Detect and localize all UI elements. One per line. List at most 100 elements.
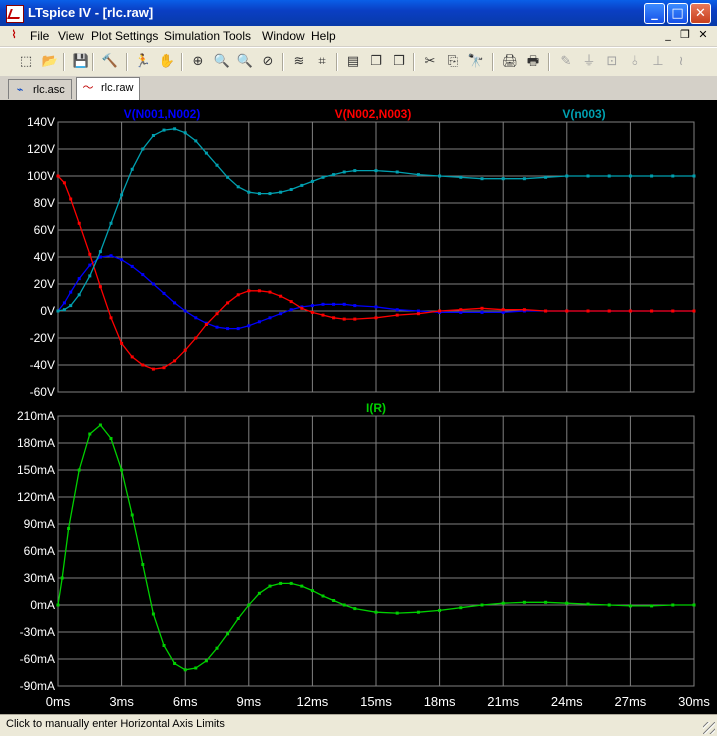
zoom-in-icon[interactable]: 🔍: [212, 52, 232, 72]
maximize-button[interactable]: □: [667, 3, 688, 24]
waveform-icon: 〜: [82, 82, 94, 94]
tab-rlc-asc[interactable]: ⌁ rlc.asc: [8, 79, 72, 99]
data-point: [204, 659, 208, 663]
data-point: [268, 584, 272, 588]
data-point: [268, 192, 272, 196]
data-point: [183, 131, 187, 135]
data-point: [257, 320, 261, 324]
data-point: [395, 313, 399, 317]
control-panel-icon[interactable]: 🔨: [100, 52, 120, 72]
data-point: [395, 611, 399, 615]
ltspice-app-icon[interactable]: [6, 5, 24, 23]
data-point: [226, 327, 230, 331]
capacitor-icon[interactable]: ⊥: [648, 52, 668, 72]
halt-icon[interactable]: ✋: [157, 52, 177, 72]
x-tick-label[interactable]: 12ms: [297, 694, 329, 709]
x-tick-label[interactable]: 3ms: [109, 694, 134, 709]
menu-simulation[interactable]: Simulation: [164, 29, 220, 43]
close-button[interactable]: ✕: [690, 3, 711, 24]
cascade-icon[interactable]: ❐: [366, 52, 386, 72]
y-tick-label: 150mA: [17, 463, 55, 477]
data-point: [310, 589, 314, 593]
menu-window[interactable]: Window: [262, 29, 305, 43]
zoom-area-icon[interactable]: ⊕: [188, 52, 208, 72]
run-icon[interactable]: 🏃: [133, 52, 153, 72]
mdi-close-button[interactable]: ✕: [695, 28, 711, 42]
ground-icon[interactable]: ⏚: [579, 52, 599, 72]
zoom-out-icon[interactable]: 🔍: [235, 52, 255, 72]
trace-label-i-r-[interactable]: I(R): [366, 401, 386, 415]
data-point: [480, 306, 484, 310]
x-tick-label[interactable]: 18ms: [424, 694, 456, 709]
document-tabs: ⌁ rlc.asc 〜 rlc.raw: [0, 76, 717, 100]
data-point: [586, 309, 590, 313]
label-icon[interactable]: ⊡: [602, 52, 622, 72]
menu-help[interactable]: Help: [311, 29, 336, 43]
zoom-cancel-icon[interactable]: ⊘: [258, 52, 278, 72]
data-point: [268, 290, 272, 294]
x-tick-label[interactable]: 21ms: [487, 694, 519, 709]
save-icon[interactable]: 💾: [71, 52, 91, 72]
x-tick-label[interactable]: 6ms: [173, 694, 198, 709]
y-tick-label: -60mA: [20, 652, 55, 666]
trace-label-v-n002-n003-[interactable]: V(N002,N003): [335, 107, 412, 121]
data-point: [628, 174, 632, 178]
inductor-icon[interactable]: ≀: [671, 52, 691, 72]
plot-canvas[interactable]: -60V -40V -20V 0V 20V 40V 60V 80V 100V 120V 140V V(…: [0, 100, 717, 714]
x-tick-label[interactable]: 27ms: [615, 694, 647, 709]
print-icon[interactable]: 🖶: [523, 52, 543, 72]
print-preview-icon[interactable]: 🖨: [500, 52, 520, 72]
menu-plot-settings[interactable]: Plot Settings: [91, 29, 158, 43]
menu-bar: ⌇ File View Plot Settings Simulation Too…: [0, 26, 717, 46]
x-tick-label[interactable]: 0ms: [46, 694, 71, 709]
copy-icon[interactable]: ⎘: [443, 52, 463, 72]
open-icon[interactable]: 📂: [40, 52, 60, 72]
data-point: [289, 300, 293, 304]
menu-tools[interactable]: Tools: [223, 29, 251, 43]
x-tick-label[interactable]: 9ms: [237, 694, 262, 709]
y-tick-label: 180mA: [17, 436, 55, 450]
autorange-icon[interactable]: ≋: [289, 52, 309, 72]
data-point: [77, 221, 81, 225]
new-schematic-icon[interactable]: ⬚: [16, 52, 36, 72]
trace-label-v-n001-n002-[interactable]: V(N001,N002): [124, 107, 201, 121]
find-icon[interactable]: 🔭: [466, 52, 486, 72]
menu-file[interactable]: File: [30, 29, 49, 43]
data-point: [279, 581, 283, 585]
x-tick-label[interactable]: 24ms: [551, 694, 583, 709]
x-tick-label[interactable]: 15ms: [360, 694, 392, 709]
fft-icon[interactable]: ⌗: [312, 52, 332, 72]
waveform-viewer[interactable]: -60V -40V -20V 0V 20V 40V 60V 80V 100V 120V 140V V(…: [0, 100, 717, 714]
minimize-button[interactable]: _: [644, 3, 665, 24]
data-point: [300, 183, 304, 187]
data-point: [332, 316, 336, 320]
data-point: [88, 263, 92, 267]
data-point: [501, 177, 505, 181]
data-point: [120, 258, 124, 262]
data-point: [607, 603, 611, 607]
trace-label-v-n003-[interactable]: V(n003): [562, 107, 605, 121]
data-point: [88, 252, 92, 256]
data-point: [257, 591, 261, 595]
mdi-minimize-button[interactable]: _: [660, 28, 676, 42]
toolbar-separator: [282, 53, 284, 71]
tab-rlc-raw[interactable]: 〜 rlc.raw: [76, 77, 140, 100]
wire-icon[interactable]: ✎: [556, 52, 576, 72]
y-tick-label: 40V: [34, 250, 55, 264]
data-point: [162, 128, 166, 132]
y-tick-label: 0mA: [30, 598, 55, 612]
resistor-icon[interactable]: ⫰: [625, 52, 645, 72]
title-bar[interactable]: LTspice IV - [rlc.raw] _ □ ✕: [0, 0, 717, 26]
menu-view[interactable]: View: [58, 29, 84, 43]
data-point: [438, 608, 442, 612]
cut-icon[interactable]: ✂: [420, 52, 440, 72]
data-point: [162, 644, 166, 647]
tile-horizontal-icon[interactable]: ▤: [343, 52, 363, 72]
data-point: [289, 308, 293, 312]
mdi-restore-button[interactable]: ❐: [677, 28, 693, 42]
tile-vertical-icon[interactable]: ❒: [389, 52, 409, 72]
data-point: [321, 594, 325, 598]
waveform-doc-icon[interactable]: ⌇: [6, 28, 22, 42]
resize-grip[interactable]: [703, 722, 715, 734]
x-tick-label[interactable]: 30ms: [678, 694, 710, 709]
